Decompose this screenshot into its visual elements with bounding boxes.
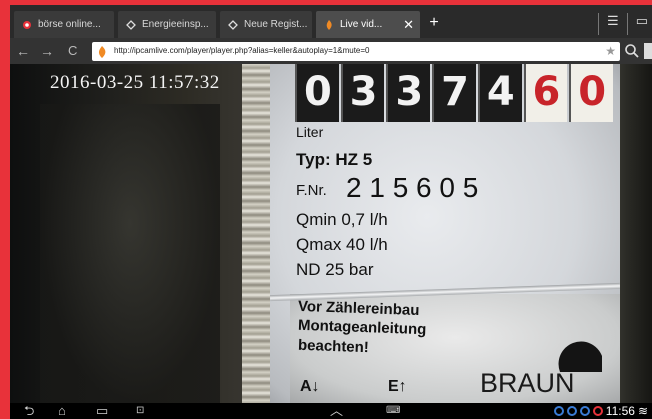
search-icon[interactable] xyxy=(624,43,640,59)
mic-icon[interactable] xyxy=(644,43,652,59)
meter-counter: 0 3 3 7 4 6 0 xyxy=(295,64,614,122)
tablet-screen: börse online... Energieeinsp... Neue Reg… xyxy=(0,0,652,419)
new-tab-button[interactable]: + xyxy=(423,14,445,34)
counter-digit: 3 xyxy=(386,64,431,122)
star-icon[interactable]: ★ xyxy=(605,44,616,58)
counter-digit: 4 xyxy=(477,64,522,122)
home-nav-icon[interactable]: ⌂ xyxy=(58,404,66,418)
tab-energieeinsparung[interactable]: Energieeinsp... xyxy=(118,11,216,38)
flame-icon xyxy=(96,45,108,58)
menu-icon[interactable]: ☰ xyxy=(607,13,619,35)
tab-boerse-online[interactable]: börse online... xyxy=(14,11,114,38)
meter-unit: Liter xyxy=(296,124,324,140)
flame-icon xyxy=(324,19,334,30)
meter-pressure: ND 25 bar xyxy=(296,260,374,279)
serial-number: 2 1 5 6 0 5 xyxy=(346,172,479,203)
notification-icon xyxy=(592,406,603,416)
tab-label: Neue Regist... xyxy=(244,19,308,30)
counter-digit-red: 6 xyxy=(523,64,568,122)
screenshot-icon[interactable]: ⊡ xyxy=(136,404,144,418)
meter-qmax: Qmax 40 l/h xyxy=(296,235,388,254)
back-icon[interactable]: ← xyxy=(16,42,30,60)
keyboard-icon[interactable]: ⌨ xyxy=(386,404,400,418)
chevron-up-icon[interactable]: ︿ xyxy=(330,404,343,418)
notification-icon xyxy=(579,406,590,416)
url-text: http://ipcamlive.com/player/player.php?a… xyxy=(114,46,370,55)
address-toolbar: ← → C http://ipcamlive.com/player/player… xyxy=(10,38,652,64)
wifi-icon: ≋ xyxy=(637,404,648,418)
tab-label: Live vid... xyxy=(340,19,383,30)
status-clock: 11:56 xyxy=(605,404,635,418)
notification-icon xyxy=(566,406,577,416)
status-area: 11:56 ≋ xyxy=(553,404,648,418)
system-nav-bar: ⮌ ⌂ ▭ ⊡ ︿ ⌨ 11:56 ≋ xyxy=(10,403,652,419)
recent-apps-icon[interactable]: ▭ xyxy=(96,404,108,418)
video-shadow xyxy=(40,104,220,403)
arrow-e-label: E↑ xyxy=(388,378,407,395)
tab-label: börse online... xyxy=(38,19,101,30)
counter-digit: 3 xyxy=(340,64,385,122)
video-timestamp: 2016-03-25 11:57:32 xyxy=(50,72,220,93)
tab-label: Energieeinsp... xyxy=(142,19,209,30)
bookmark-icon[interactable]: ▭ xyxy=(636,13,648,35)
separator xyxy=(598,13,600,35)
meter-qmin: Qmin 0,7 l/h xyxy=(296,210,388,229)
page-icon xyxy=(228,19,238,30)
back-nav-icon[interactable]: ⮌ xyxy=(24,404,34,418)
tab-live-video[interactable]: Live vid... ✕ xyxy=(316,11,420,38)
separator xyxy=(626,13,628,35)
counter-digit-red: 0 xyxy=(569,64,614,122)
counter-digit: 7 xyxy=(432,64,476,122)
tab-neue-registrierung[interactable]: Neue Regist... xyxy=(220,11,312,38)
meter-type: Typ: HZ 5 xyxy=(296,150,373,169)
install-note-line3: beachten! xyxy=(297,336,370,357)
opera-icon xyxy=(22,20,32,30)
notification-icon xyxy=(553,406,564,416)
page-icon xyxy=(126,19,136,30)
tab-strip: börse online... Energieeinsp... Neue Reg… xyxy=(10,5,652,38)
browser-menu-area: ☰ ▭ xyxy=(598,13,652,35)
close-tab-icon[interactable]: ✕ xyxy=(403,17,414,33)
serial-label: F.Nr. xyxy=(296,182,327,199)
forward-icon[interactable]: → xyxy=(40,42,54,60)
live-video-frame[interactable]: 0 3 3 7 4 6 0 2016-03-25 11:57:32 Liter … xyxy=(10,64,652,403)
brand-logo-mark xyxy=(558,341,602,372)
left-accent-bar xyxy=(0,0,10,419)
arrow-a-label: A↓ xyxy=(300,378,320,395)
counter-digit: 0 xyxy=(295,64,339,122)
url-bar[interactable]: http://ipcamlive.com/player/player.php?a… xyxy=(92,42,620,61)
reload-icon[interactable]: C xyxy=(68,42,77,60)
